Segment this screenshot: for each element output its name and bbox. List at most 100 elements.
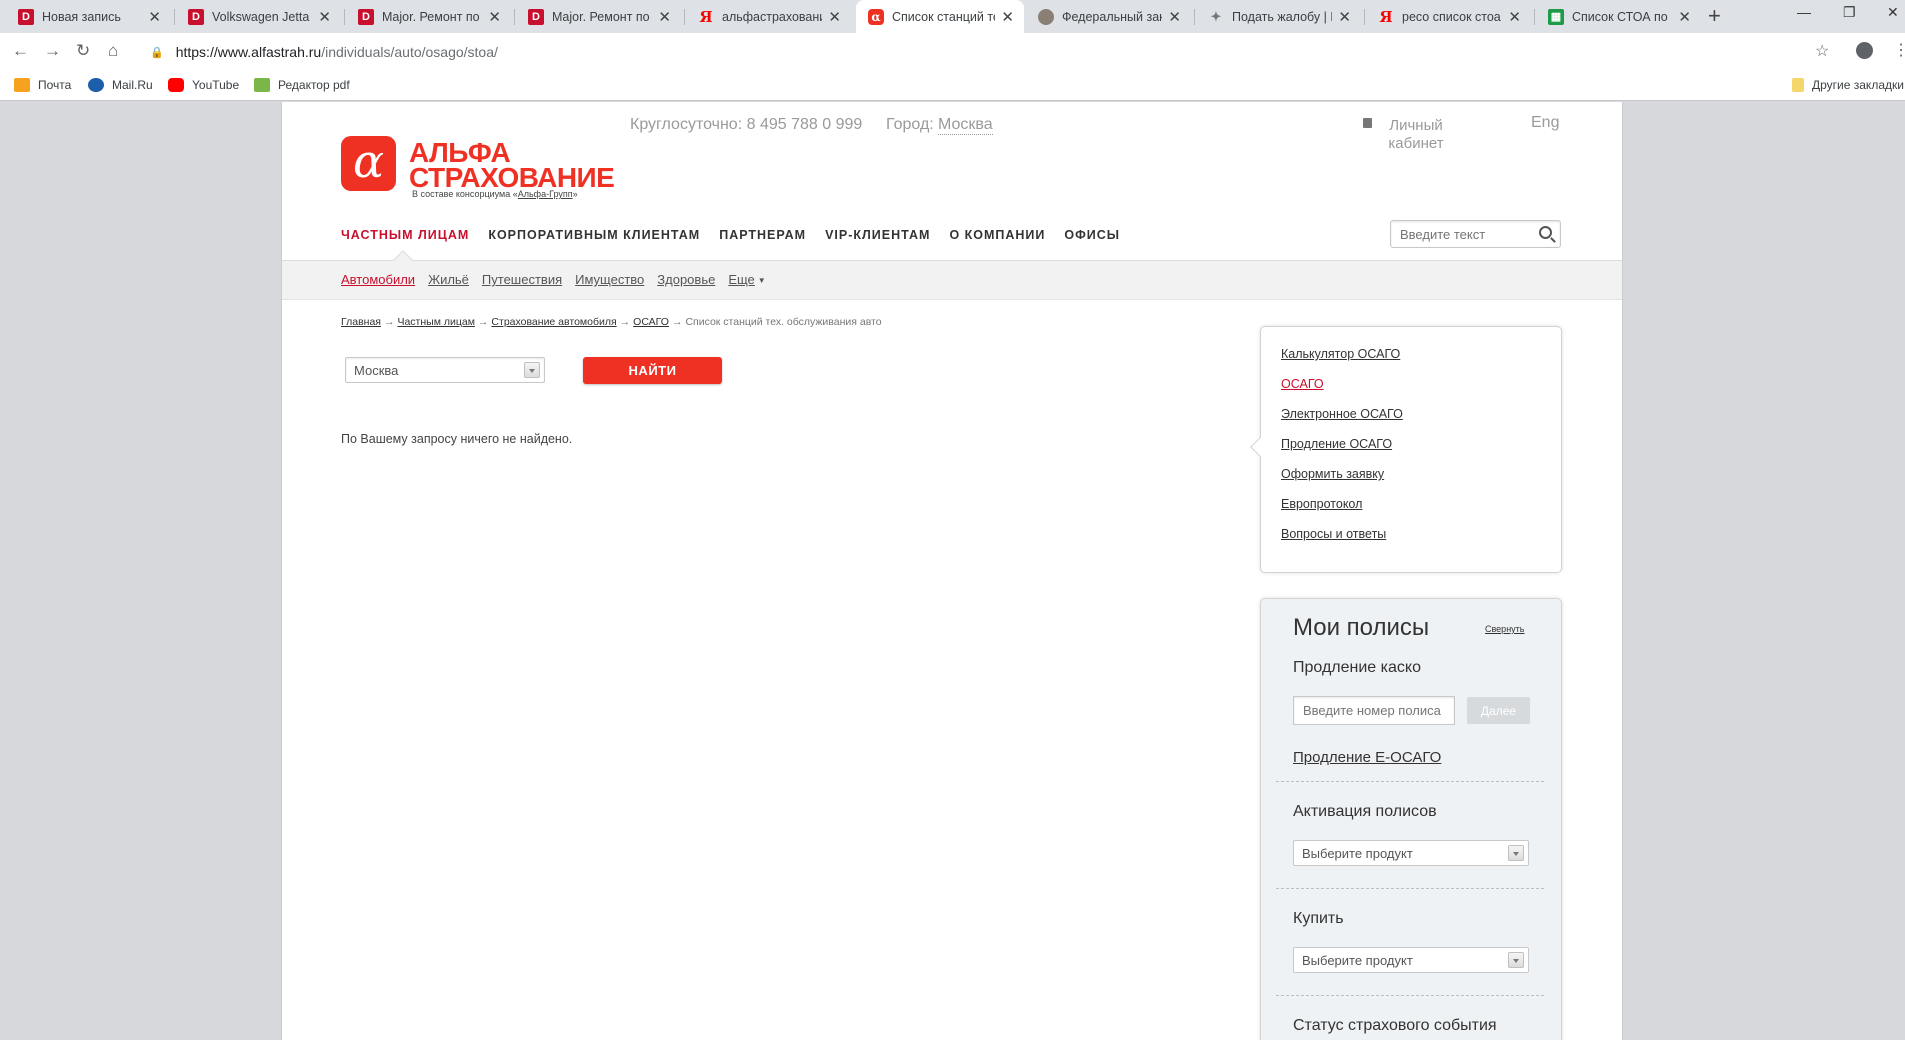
main-nav: ЧАСТНЫМ ЛИЦАМ КОРПОРАТИВНЫМ КЛИЕНТАМ ПАР… <box>341 228 1139 242</box>
browser-tab[interactable]: D Volkswagen Jetta ✕ <box>176 0 341 33</box>
personal-cabinet-link[interactable]: Личный кабинет <box>1376 117 1456 153</box>
menu-faq[interactable]: Вопросы и ответы <box>1281 527 1386 541</box>
subnav-travel[interactable]: Путешествия <box>482 272 562 287</box>
bookmark-youtube[interactable]: YouTube <box>168 78 239 92</box>
yandex-icon: Я <box>1379 7 1393 26</box>
menu-pointer <box>1250 437 1270 457</box>
bookmark-mailru[interactable]: Mail.Ru <box>88 78 153 92</box>
bookmark-pdf-editor[interactable]: Редактор pdf <box>254 78 350 92</box>
nav-vip[interactable]: VIP-КЛИЕНТАМ <box>825 228 930 242</box>
subnav-property[interactable]: Имущество <box>575 272 644 287</box>
breadcrumb-osago[interactable]: ОСАГО <box>633 316 669 328</box>
menu-apply[interactable]: Оформить заявку <box>1281 467 1384 481</box>
restore-icon[interactable]: ❐ <box>1843 4 1856 21</box>
folder-icon <box>1792 78 1804 92</box>
close-icon[interactable]: ✕ <box>318 8 331 26</box>
alfa-group-link[interactable]: Альфа-Групп <box>518 189 573 199</box>
menu-osago-calculator[interactable]: Калькулятор ОСАГО <box>1281 347 1400 361</box>
menu-osago[interactable]: ОСАГО <box>1281 377 1324 391</box>
tab-separator <box>1194 9 1195 25</box>
subnav-more[interactable]: Еще ▼ <box>728 272 765 287</box>
nav-about[interactable]: О КОМПАНИИ <box>949 228 1045 242</box>
account-icon[interactable] <box>1856 42 1873 59</box>
alfa-logo-icon[interactable]: α <box>341 136 396 191</box>
find-button[interactable]: НАЙТИ <box>583 357 722 384</box>
forward-icon[interactable]: → <box>44 41 61 61</box>
url-text: https://www.alfastrah.ru/individuals/aut… <box>176 44 498 60</box>
subnav-more-label: Еще <box>728 272 755 287</box>
alfa-icon: α <box>868 8 884 25</box>
browser-tab[interactable]: ✦ Подать жалобу | Ба ✕ <box>1196 0 1361 33</box>
select-value: Выберите продукт <box>1302 953 1413 968</box>
logo-line-2: СТРАХОВАНИЕ <box>409 162 615 193</box>
search-input[interactable] <box>1391 221 1521 247</box>
reload-icon[interactable]: ↻ <box>76 41 90 61</box>
close-icon[interactable]: ✕ <box>828 8 841 26</box>
yandex-icon: Я <box>699 7 713 26</box>
breadcrumb-home[interactable]: Главная <box>341 316 381 328</box>
subnav-health[interactable]: Здоровье <box>657 272 715 287</box>
menu-osago-renewal[interactable]: Продление ОСАГО <box>1281 437 1392 451</box>
minimize-icon[interactable]: — <box>1797 4 1811 20</box>
browser-tab[interactable]: Федеральный зако ✕ <box>1026 0 1191 33</box>
federal-icon <box>1038 8 1054 25</box>
eosago-renewal-link[interactable]: Продление Е-ОСАГО <box>1293 749 1441 766</box>
menu-europrotocol[interactable]: Европротокол <box>1281 497 1362 511</box>
logo-subtitle: В составе консорциума «Альфа-Групп» <box>412 189 578 199</box>
close-icon[interactable]: ✕ <box>1338 8 1351 26</box>
browser-tab[interactable]: Я альфастрахование ✕ <box>686 0 851 33</box>
close-icon[interactable]: ✕ <box>1508 8 1521 26</box>
city-link[interactable]: Москва <box>938 116 993 135</box>
close-icon[interactable]: ✕ <box>148 8 161 26</box>
address-bar[interactable]: 🔒 https://www.alfastrah.ru/individuals/a… <box>142 37 1832 67</box>
browser-tab[interactable]: D Новая запись ✕ <box>6 0 171 33</box>
nav-individuals[interactable]: ЧАСТНЫМ ЛИЦАМ <box>341 228 469 242</box>
browser-tab[interactable]: D Major. Ремонт по С ✕ <box>516 0 681 33</box>
chevron-down-icon[interactable] <box>524 362 540 378</box>
close-icon[interactable]: ✕ <box>658 8 671 26</box>
subnav-auto[interactable]: Автомобили <box>341 272 415 287</box>
chevron-down-icon[interactable] <box>1508 845 1524 861</box>
browser-toolbar: ← → ↻ ⌂ 🔒 https://www.alfastrah.ru/indiv… <box>0 33 1905 71</box>
nav-offices[interactable]: ОФИСЫ <box>1064 228 1120 242</box>
city-select[interactable]: Москва <box>345 357 545 383</box>
new-tab-icon[interactable]: + <box>1708 3 1721 29</box>
url-path: /individuals/auto/osago/stoa/ <box>321 44 498 60</box>
browser-tab-active[interactable]: α Список станций те ✕ <box>856 0 1024 33</box>
menu-icon[interactable]: ⋮ <box>1893 40 1905 60</box>
language-switch[interactable]: Eng <box>1531 114 1559 132</box>
next-button[interactable]: Далее <box>1467 697 1530 724</box>
search-icon[interactable] <box>1539 226 1552 239</box>
close-icon[interactable]: ✕ <box>1001 8 1014 26</box>
bookmark-star-icon[interactable]: ☆ <box>1815 41 1829 61</box>
close-icon[interactable]: ✕ <box>1678 8 1691 26</box>
buy-product-select[interactable]: Выберите продукт <box>1293 947 1529 973</box>
nav-corporate[interactable]: КОРПОРАТИВНЫМ КЛИЕНТАМ <box>488 228 700 242</box>
close-icon[interactable]: ✕ <box>1168 8 1181 26</box>
activation-product-select[interactable]: Выберите продукт <box>1293 840 1529 866</box>
close-icon[interactable]: ✕ <box>488 8 501 26</box>
breadcrumb-individuals[interactable]: Частным лицам <box>397 316 474 328</box>
casco-renewal-title: Продление каско <box>1293 659 1421 676</box>
logo-wordmark[interactable]: АЛЬФА СТРАХОВАНИЕ <box>409 139 615 193</box>
breadcrumb-auto-insurance[interactable]: Страхование автомобиля <box>491 316 616 328</box>
nav-partners[interactable]: ПАРТНЕРАМ <box>719 228 806 242</box>
home-icon[interactable]: ⌂ <box>108 41 118 61</box>
bookmark-mail[interactable]: Почта <box>14 78 71 92</box>
policy-number-input[interactable] <box>1293 696 1455 725</box>
tab-label: альфастрахование <box>722 9 823 24</box>
browser-tab[interactable]: D Major. Ремонт по С ✕ <box>346 0 511 33</box>
back-icon[interactable]: ← <box>12 41 29 61</box>
browser-tab[interactable]: Я ресо список стоа п ✕ <box>1366 0 1531 33</box>
collapse-link[interactable]: Свернуть <box>1485 624 1524 634</box>
close-window-icon[interactable]: ✕ <box>1887 4 1899 21</box>
bookmark-label: Mail.Ru <box>112 78 153 92</box>
browser-tab[interactable]: ▦ Список СТОА по н ✕ <box>1536 0 1701 33</box>
menu-e-osago[interactable]: Электронное ОСАГО <box>1281 407 1403 421</box>
logo-sub-prefix: В составе консорциума « <box>412 189 518 199</box>
tab-separator <box>344 9 345 25</box>
chevron-down-icon[interactable] <box>1508 952 1524 968</box>
no-results-message: По Вашему запросу ничего не найдено. <box>341 432 573 446</box>
bookmark-other[interactable]: Другие закладки <box>1792 78 1904 92</box>
subnav-housing[interactable]: Жильё <box>428 272 469 287</box>
